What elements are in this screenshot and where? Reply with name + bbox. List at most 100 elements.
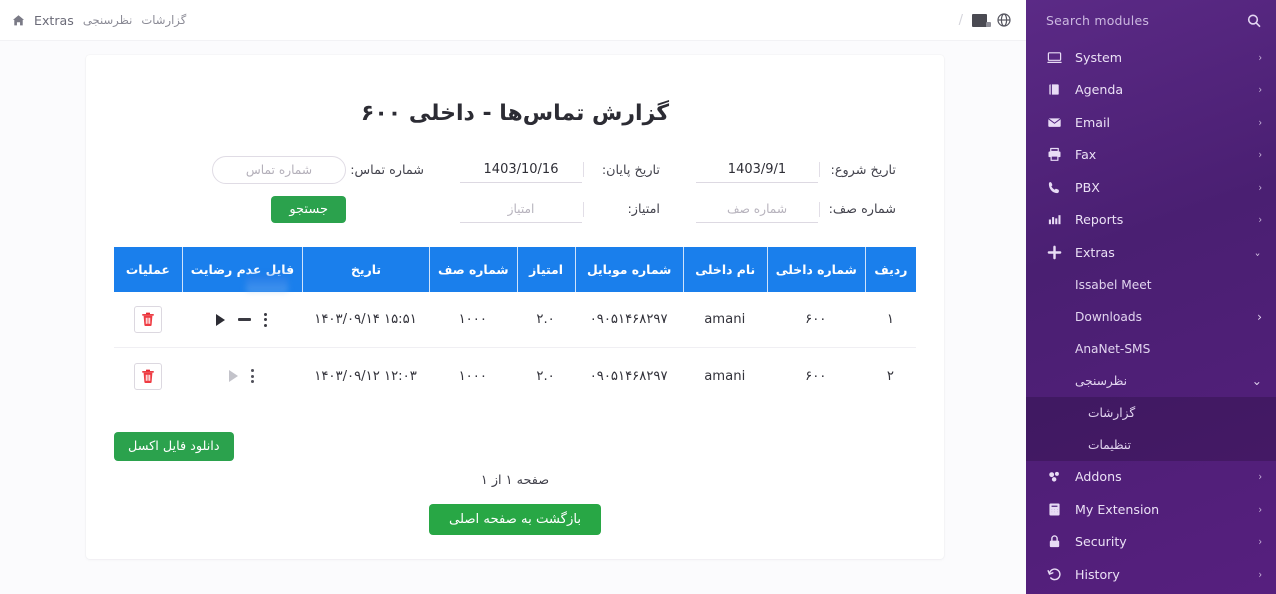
cell-operations	[114, 348, 182, 404]
search-input[interactable]: Search modules	[1046, 13, 1246, 28]
sidebar-survey-children: گزارشات تنظیمات	[1026, 397, 1276, 461]
score-input[interactable]	[460, 197, 582, 223]
card-footer: دانلود فایل اکسل صفحه ۱ از ۱ بازگشت به ص…	[114, 404, 916, 535]
cell-mobile: ۰۹۰۵۱۴۶۸۲۹۷	[575, 348, 683, 404]
sidebar-extras-children: Issabel MeetDownloads› AnaNet-SMS نظرسنجی⌄	[1026, 269, 1276, 397]
chevron-icon: ›	[1258, 116, 1262, 129]
chevron-icon: ›	[1258, 181, 1262, 194]
delete-button[interactable]	[134, 306, 162, 333]
start-date-input[interactable]	[696, 157, 818, 183]
sidebar-subitem-downloads[interactable]: Downloads›	[1026, 301, 1276, 333]
table-header-ext: شماره داخلی	[767, 247, 865, 292]
chevron-icon: ›	[1258, 535, 1262, 548]
sidebar-item-fax[interactable]: Fax›	[1026, 139, 1276, 172]
play-icon	[229, 370, 238, 382]
cell-audio-player	[182, 348, 302, 404]
search-icon[interactable]	[1246, 13, 1262, 29]
sidebar-item-label: Reports	[1075, 212, 1258, 227]
delete-button[interactable]	[134, 363, 162, 390]
queue-label: شماره صف:	[818, 202, 896, 217]
sidebar-subitem-ananet-sms[interactable]: AnaNet-SMS	[1026, 333, 1276, 365]
history-icon	[1044, 567, 1064, 582]
chevron-icon: ›	[1258, 470, 1262, 483]
breadcrumb-item[interactable]: گزارشات	[141, 13, 186, 27]
sidebar-item-extras[interactable]: Extras⌄	[1026, 236, 1276, 269]
table-header-idx: ردیف	[865, 247, 916, 292]
filter-form: تاریخ شروع: تاریخ پایان: شماره تماس: شما	[114, 156, 916, 223]
sidebar-subitem-label: Downloads	[1075, 310, 1257, 324]
app-root: Search modules System›Agenda›Email›Fax›P…	[0, 0, 1276, 594]
bar-chart-icon	[1044, 212, 1064, 227]
cell-index: ۱	[865, 292, 916, 348]
search-button[interactable]: جستجو	[271, 196, 346, 223]
cell-score: ۲.۰	[517, 348, 575, 404]
sidebar-subitem-[interactable]: گزارشات	[1026, 397, 1276, 429]
notification-square-icon[interactable]	[972, 14, 987, 27]
report-card: گزارش تماس‌ها - داخلی ۶۰۰ تاریخ شروع: تا…	[86, 55, 944, 559]
end-date-input[interactable]	[460, 157, 582, 183]
sidebar-subitem-label: تنظیمات	[1088, 438, 1262, 452]
book-icon	[1044, 82, 1064, 97]
page-info: صفحه ۱ از ۱	[114, 461, 916, 488]
topbar-divider: /	[959, 13, 963, 28]
sidebar-item-label: Security	[1075, 534, 1258, 549]
breadcrumb-item[interactable]: Extras	[34, 13, 74, 28]
cell-extension: ۶۰۰	[767, 292, 865, 348]
sidebar-main-items: System›Agenda›Email›Fax›PBX›Reports›Extr…	[1026, 41, 1276, 269]
table-container: ردیفشماره داخلینام داخلیشماره موبایلامتی…	[114, 247, 916, 404]
chevron-icon: ⌄	[1252, 374, 1262, 388]
start-date-wrap	[696, 157, 818, 183]
chevron-icon: ›	[1258, 213, 1262, 226]
back-to-home-button[interactable]: بازگشت به صفحه اصلی	[429, 504, 601, 535]
sidebar-search[interactable]: Search modules	[1026, 0, 1276, 41]
page-title: گزارش تماس‌ها - داخلی ۶۰۰	[114, 101, 916, 126]
audio-player	[186, 313, 298, 327]
sidebar-item-reports[interactable]: Reports›	[1026, 204, 1276, 237]
table-header-queue: شماره صف	[429, 247, 517, 292]
sidebar: Search modules System›Agenda›Email›Fax›P…	[1026, 0, 1276, 594]
sidebar-item-label: System	[1075, 50, 1258, 65]
sidebar-item-label: PBX	[1075, 180, 1258, 195]
cell-name: amani	[683, 348, 767, 404]
cell-operations	[114, 292, 182, 348]
call-number-input[interactable]	[212, 156, 346, 184]
home-icon[interactable]	[12, 14, 25, 27]
play-icon[interactable]	[216, 314, 225, 326]
printer-icon	[1044, 147, 1064, 162]
calculator-icon	[1044, 502, 1064, 517]
sidebar-subitem-[interactable]: نظرسنجی⌄	[1026, 365, 1276, 397]
chevron-icon: ›	[1258, 51, 1262, 64]
kebab-menu-icon[interactable]	[251, 369, 254, 383]
breadcrumb-item[interactable]: نظرسنجی	[83, 13, 133, 27]
monitor-icon	[1044, 50, 1064, 65]
sidebar-item-history[interactable]: History›	[1026, 558, 1276, 591]
end-date-wrap	[460, 157, 582, 183]
sidebar-item-email[interactable]: Email›	[1026, 106, 1276, 139]
table-header-score: امتیاز	[517, 247, 575, 292]
cell-audio-player	[182, 292, 302, 348]
sidebar-item-security[interactable]: Security›	[1026, 526, 1276, 559]
queue-input[interactable]	[696, 197, 818, 223]
sidebar-item-my-extension[interactable]: My Extension›	[1026, 493, 1276, 526]
download-excel-button[interactable]: دانلود فایل اکسل	[114, 432, 234, 461]
call-number-wrap	[224, 156, 346, 184]
cell-queue: ۱۰۰۰	[429, 348, 517, 404]
lock-icon	[1044, 534, 1064, 549]
cell-queue: ۱۰۰۰	[429, 292, 517, 348]
sidebar-item-label: My Extension	[1075, 502, 1258, 517]
sidebar-item-agenda[interactable]: Agenda›	[1026, 74, 1276, 107]
table-row: ۲۶۰۰amani۰۹۰۵۱۴۶۸۲۹۷۲.۰۱۰۰۰۱۲:۰۳ ۱۴۰۳/۰۹…	[114, 348, 916, 404]
sidebar-item-addons[interactable]: Addons›	[1026, 461, 1276, 494]
kebab-menu-icon[interactable]	[264, 313, 267, 327]
sidebar-subitem-issabel-meet[interactable]: Issabel Meet	[1026, 269, 1276, 301]
sidebar-item-label: Fax	[1075, 147, 1258, 162]
globe-icon[interactable]	[996, 12, 1012, 28]
sidebar-item-system[interactable]: System›	[1026, 41, 1276, 74]
sidebar-subitem-label: AnaNet-SMS	[1075, 342, 1262, 356]
sidebar-subitem-[interactable]: تنظیمات	[1026, 429, 1276, 461]
puzzle-icon	[1044, 469, 1064, 484]
phone-icon	[1044, 180, 1064, 195]
chevron-icon: ›	[1258, 503, 1262, 516]
audio-player	[186, 369, 298, 383]
sidebar-item-pbx[interactable]: PBX›	[1026, 171, 1276, 204]
